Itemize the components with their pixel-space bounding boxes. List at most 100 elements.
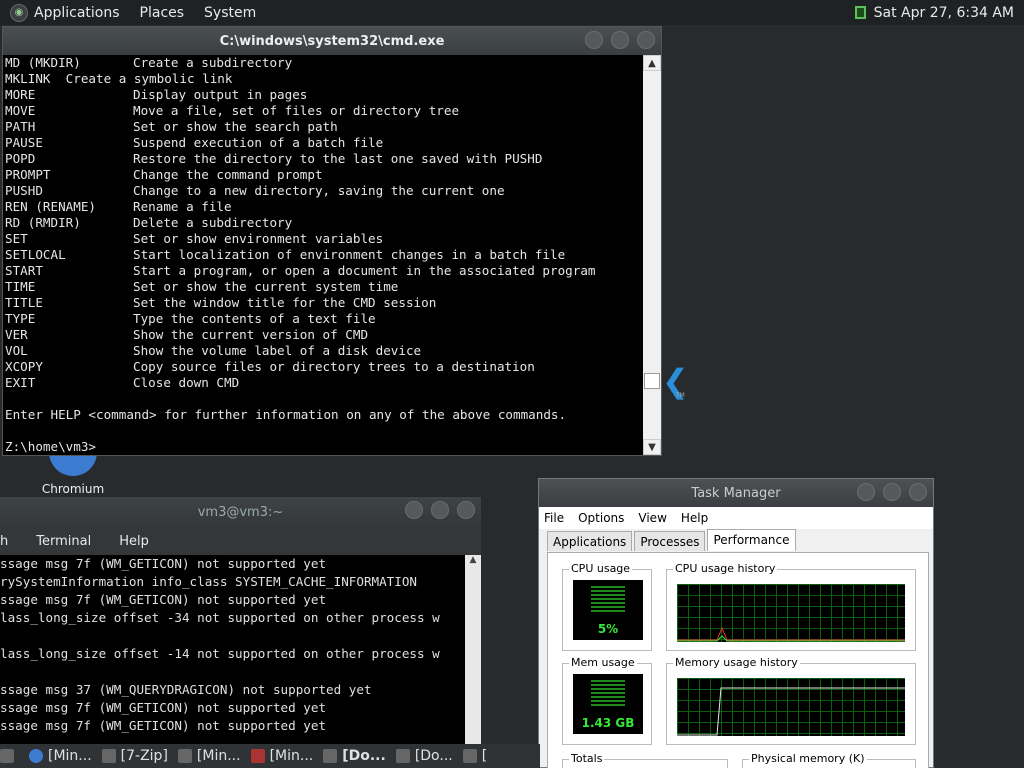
taskbar-item[interactable]: [Min... — [177, 748, 241, 764]
minimize-button[interactable] — [857, 483, 875, 501]
cmd-output-line: MD (MKDIR) Create a subdirectory — [5, 55, 645, 71]
taskbar: [Min... [7-Zip] [Min... [Min... [Do... [… — [0, 744, 540, 768]
taskbar-show-desktop[interactable] — [0, 749, 19, 763]
cmd-command-name: TIME — [5, 279, 36, 294]
mem-history-label: Memory usage history — [673, 656, 800, 669]
menu-view[interactable]: View — [638, 511, 666, 525]
chevron-left-icon: ❮ TM — [662, 362, 689, 400]
task-manager-titlebar[interactable]: Task Manager — [539, 479, 933, 507]
maximize-button[interactable] — [431, 501, 449, 519]
minimize-button[interactable] — [405, 501, 423, 519]
tab-applications[interactable]: Applications — [547, 531, 633, 551]
cpu-history-lines — [677, 626, 905, 642]
close-button[interactable] — [637, 31, 655, 49]
mem-meter-bars — [591, 680, 625, 708]
taskbar-item[interactable]: [Do... — [395, 748, 453, 764]
menu-search[interactable]: h — [0, 534, 8, 549]
terminal-line: ssage msg 7f (WM_GETICON) not supported … — [0, 718, 327, 733]
cmd-output-line: RD (RMDIR) Delete a subdirectory — [5, 215, 645, 231]
cmd-command-name: PROMPT — [5, 167, 51, 182]
totals-label: Totals — [569, 752, 605, 765]
mem-usage-group: Mem usage 1.43 GB — [562, 656, 652, 745]
cmd-command-name: TITLE — [5, 295, 43, 310]
cmd-command-name: PAUSE — [5, 135, 43, 150]
cmd-output-line — [5, 423, 645, 439]
cmd-output-line: PROMPT Change the command prompt — [5, 167, 645, 183]
taskbar-item-label: [Do... — [342, 748, 386, 764]
terminal-titlebar[interactable]: vm3@vm3:~ — [0, 497, 481, 527]
terminal-scrollbar[interactable]: ▲ — [465, 555, 481, 747]
cmd-command-description: Start localization of environment change… — [133, 247, 566, 262]
cmd-output-line: VER Show the current version of CMD — [5, 327, 645, 343]
maximize-button[interactable] — [611, 31, 629, 49]
menu-system[interactable]: System — [204, 5, 256, 21]
cmd-command-description: Close down CMD — [133, 375, 240, 390]
scroll-up-icon[interactable]: ▲ — [643, 55, 661, 71]
cmd-command-name: MKLINK Create a symbolic link — [5, 71, 233, 86]
cmd-command-description: Copy source files or directory trees to … — [133, 359, 535, 374]
terminal-line: lass_long_size offset -34 not supported … — [0, 610, 440, 625]
cmd-command-description: Type the contents of a text file — [133, 311, 376, 326]
cmd-console[interactable]: MD (MKDIR) Create a subdirectory MKLINK Cr… — [3, 55, 645, 455]
terminal-title: vm3@vm3:~ — [197, 504, 284, 520]
cmd-command-description: Delete a subdirectory — [133, 215, 293, 230]
minimize-button[interactable] — [585, 31, 603, 49]
cmd-command-name: PUSHD — [5, 183, 43, 198]
cpu-meter: 5% — [573, 580, 643, 640]
menu-terminal[interactable]: Terminal — [36, 534, 91, 549]
cmd-output-line: Enter HELP <command> for further informa… — [5, 407, 645, 423]
terminal-line: rySystemInformation info_class SYSTEM_CA… — [0, 574, 418, 589]
taskbar-item[interactable]: [Min... — [250, 748, 313, 764]
maximize-button[interactable] — [883, 483, 901, 501]
terminal-line: ssage msg 37 (WM_QUERYDRAGICON) not supp… — [0, 682, 372, 697]
show-desktop-icon — [0, 749, 14, 763]
taskbar-item-label: [Do... — [414, 748, 453, 764]
menu-options[interactable]: Options — [578, 511, 624, 525]
tab-performance[interactable]: Performance — [707, 529, 796, 551]
menu-help[interactable]: Help — [681, 511, 708, 525]
cmd-command-description: Set or show the current system time — [133, 279, 399, 294]
mem-meter: 1.43 GB — [573, 674, 643, 734]
cmd-command-name: EXIT — [5, 375, 36, 390]
cmd-output-line: REN (RENAME) Rename a file — [5, 199, 645, 215]
cmd-command-name: SETLOCAL — [5, 247, 66, 262]
chromium-icon — [29, 749, 43, 763]
menu-applications[interactable]: Applications — [34, 5, 120, 21]
cmd-command-name: VOL — [5, 343, 28, 358]
cmd-command-name: MORE — [5, 87, 36, 102]
taskbar-item[interactable]: [Min... — [29, 748, 92, 764]
taskbar-item[interactable]: [7-Zip] — [101, 748, 168, 764]
top-panel: ◉ Applications Places System Sat Apr 27,… — [0, 0, 1024, 25]
close-button[interactable] — [909, 483, 927, 501]
physical-memory-label: Physical memory (K) — [749, 752, 867, 765]
menu-file[interactable]: File — [544, 511, 564, 525]
mem-history-lines — [677, 687, 905, 736]
terminal-icon — [462, 749, 477, 763]
cmd-output-line — [5, 391, 645, 407]
scroll-thumb[interactable] — [644, 373, 660, 389]
tab-processes[interactable]: Processes — [634, 531, 706, 551]
tray-monitor-icon[interactable] — [854, 6, 866, 19]
cmd-command-name: RD (RMDIR) — [5, 215, 81, 230]
cmd-output-line: MKLINK Create a symbolic link — [5, 71, 645, 87]
cmd-scrollbar[interactable]: ▲ ▼ — [643, 55, 661, 455]
cmd-titlebar[interactable]: C:\windows\system32\cmd.exe — [3, 27, 661, 55]
clock[interactable]: Sat Apr 27, 6:34 AM — [874, 5, 1014, 21]
taskbar-item-active[interactable]: [Do... — [323, 748, 386, 764]
taskbar-item-label: [Min... — [196, 748, 241, 764]
cmd-command-description: Show the volume label of a disk device — [133, 343, 422, 358]
cmd-output-line: PATH Set or show the search path — [5, 119, 645, 135]
scroll-up-icon[interactable]: ▲ — [465, 555, 481, 565]
terminal-output[interactable]: ssage msg 7f (WM_GETICON) not supported … — [0, 555, 465, 747]
menu-help[interactable]: Help — [119, 534, 149, 549]
terminal-line: ssage msg 7f (WM_GETICON) not supported … — [0, 700, 327, 715]
distro-logo-icon[interactable]: ◉ — [10, 3, 28, 22]
taskbar-item[interactable]: [ — [462, 748, 487, 764]
cmd-window: C:\windows\system32\cmd.exe MD (MKDIR) Cr… — [2, 26, 662, 456]
cmd-output-line: START Start a program, or open a document… — [5, 263, 645, 279]
menu-places[interactable]: Places — [140, 5, 185, 21]
scroll-down-icon[interactable]: ▼ — [643, 439, 661, 455]
close-button[interactable] — [457, 501, 475, 519]
